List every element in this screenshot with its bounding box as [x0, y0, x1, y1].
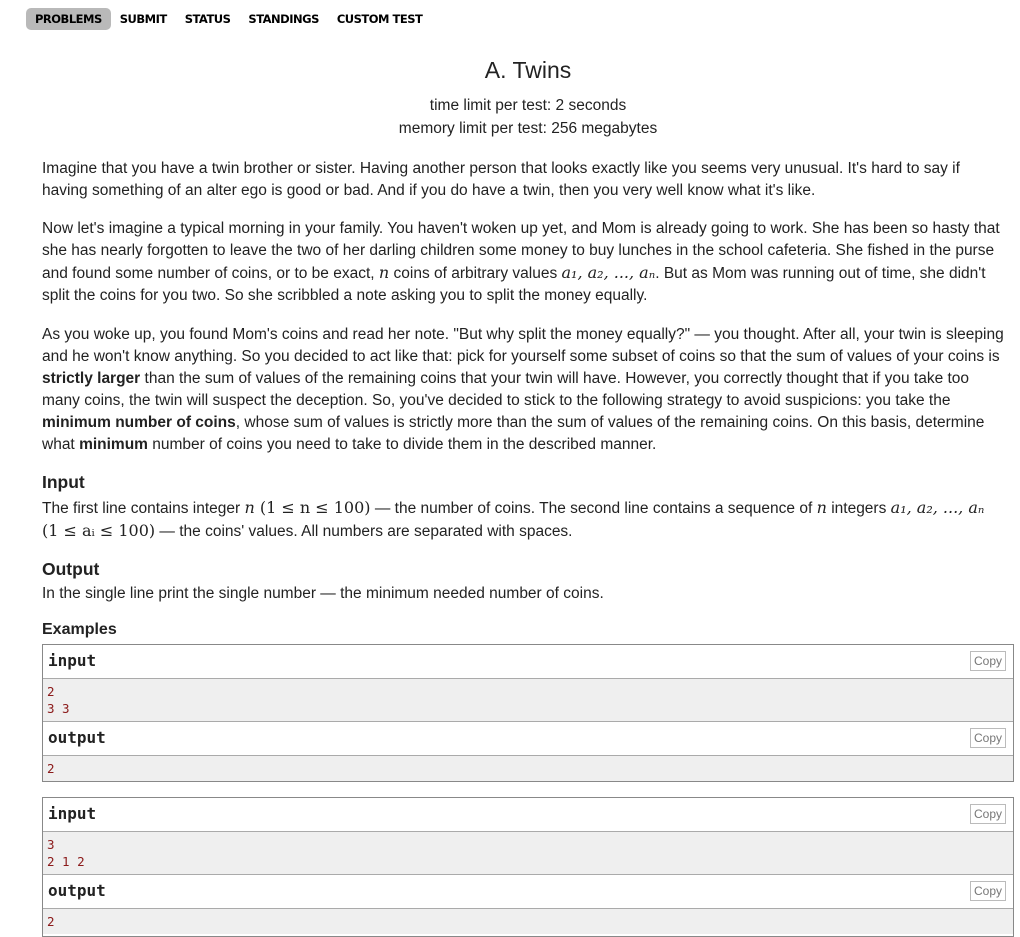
example-1: input Copy 2 3 3 output Copy 2 — [42, 644, 1014, 782]
example-1-output-line-1: 2 — [47, 761, 55, 776]
p3-bold-minimum: minimum — [79, 436, 148, 453]
example-2-input-copy-button[interactable]: Copy — [969, 804, 1006, 824]
p2-math-n: n — [378, 263, 390, 282]
p3-text-d: number of coins you need to take to divi… — [147, 436, 657, 453]
example-1-output-header: output Copy — [43, 722, 1013, 756]
output-section-text: In the single line print the single numb… — [42, 585, 604, 602]
example-2-output-body: 2 — [43, 909, 1013, 934]
statement-paragraph-2: Now let's imagine a typical morning in y… — [42, 218, 1007, 307]
p2-math-sequence: a₁, a₂, ..., aₙ — [561, 263, 656, 282]
example-2-input-label: input — [48, 804, 97, 823]
input-section-text: The first line contains integer n (1 ≤ n… — [42, 497, 1007, 543]
example-1-input-line-2: 3 3 — [47, 701, 70, 716]
example-1-input-label: input — [48, 651, 97, 670]
time-limit: time limit per test: 2 seconds — [429, 97, 627, 114]
example-2-input-body: 3 2 1 2 — [43, 832, 1013, 875]
example-2: input Copy 3 2 1 2 output Copy 2 — [42, 797, 1014, 937]
input-math-range2: (1 ≤ aᵢ ≤ 100) — [42, 521, 156, 540]
input-text-a: The first line contains integer — [42, 500, 245, 517]
example-1-output-body: 2 — [43, 756, 1013, 781]
examples-title: Examples — [42, 621, 117, 638]
example-1-input-body: 2 3 3 — [43, 679, 1013, 722]
memory-limit: memory limit per test: 256 megabytes — [398, 120, 658, 137]
statement-paragraph-1: Imagine that you have a twin brother or … — [42, 160, 960, 199]
p3-text-a: As you woke up, you found Mom's coins an… — [42, 326, 1004, 365]
p3-bold-strictly-larger: strictly larger — [42, 370, 141, 387]
example-2-output-header: output Copy — [43, 875, 1013, 909]
example-2-output-line-1: 2 — [47, 914, 55, 929]
example-1-input-copy-button[interactable]: Copy — [969, 651, 1006, 671]
nav-tab-submit[interactable]: SUBMIT — [111, 8, 176, 30]
nav-tab-custom-test[interactable]: CUSTOM TEST — [328, 8, 431, 30]
p3-bold-minimum-coins: minimum number of coins — [42, 414, 236, 431]
output-section-title: Output — [42, 559, 100, 579]
example-1-output-copy-button[interactable]: Copy — [969, 728, 1006, 748]
input-math-sequence: a₁, a₂, ..., aₙ — [890, 498, 985, 517]
example-1-input-header: input Copy — [43, 645, 1013, 679]
nav-tab-standings[interactable]: STANDINGS — [239, 8, 327, 30]
input-section-title: Input — [42, 472, 85, 492]
example-2-input-line-2: 2 1 2 — [47, 854, 85, 869]
input-math-range: (1 ≤ n ≤ 100) — [254, 498, 371, 517]
statement-paragraph-3: As you woke up, you found Mom's coins an… — [42, 324, 1007, 456]
nav-tab-status[interactable]: STATUS — [176, 8, 240, 30]
input-text-d: — the coins' values. All numbers are sep… — [155, 523, 573, 540]
problem-title: A. Twins — [484, 57, 572, 83]
input-math-n: n — [244, 498, 255, 517]
example-2-input-header: input Copy — [43, 798, 1013, 832]
nav-tab-problems[interactable]: PROBLEMS — [26, 7, 111, 30]
input-math-n2: n — [816, 498, 827, 517]
example-1-input-line-1: 2 — [47, 684, 55, 699]
example-2-output-label: output — [48, 881, 106, 900]
p2-text-b: coins of arbitrary values — [389, 265, 562, 282]
input-text-b: — the number of coins. The second line c… — [370, 500, 817, 517]
example-2-output-copy-button[interactable]: Copy — [969, 881, 1006, 901]
problem-nav: PROBLEMS SUBMIT STATUS STANDINGS CUSTOM … — [26, 7, 431, 30]
p3-text-b: than the sum of values of the remaining … — [42, 370, 970, 409]
input-text-c: integers — [826, 500, 891, 517]
example-1-output-label: output — [48, 728, 106, 747]
example-2-input-line-1: 3 — [47, 837, 55, 852]
